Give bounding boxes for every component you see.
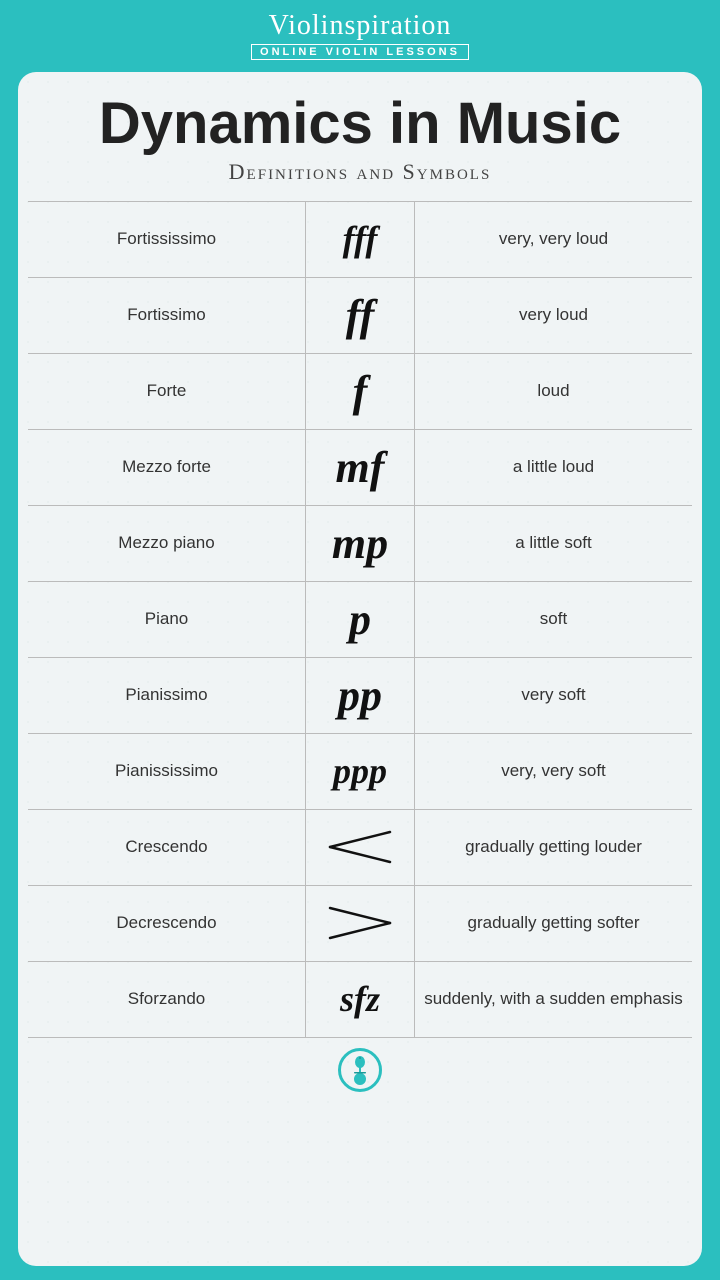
term-name: Pianississimo: [28, 751, 305, 791]
term-name: Fortissimo: [28, 295, 305, 335]
term-symbol: ppp: [305, 734, 415, 809]
term-name: Fortississimo: [28, 219, 305, 259]
table-row: Pianopsoft: [28, 582, 692, 658]
table-row: Crescendo gradually getting louder: [28, 810, 692, 886]
term-definition: very soft: [415, 675, 692, 715]
term-symbol: mf: [305, 430, 415, 505]
dynamics-table: Fortississimofffvery, very loudFortissim…: [28, 201, 692, 1038]
table-row: Pianissimoppvery soft: [28, 658, 692, 734]
term-symbol: ff: [305, 278, 415, 353]
term-symbol: f: [305, 354, 415, 429]
term-name: Forte: [28, 371, 305, 411]
term-definition: a little loud: [415, 447, 692, 487]
term-symbol: p: [305, 582, 415, 657]
term-definition: very, very loud: [415, 219, 692, 259]
term-definition: suddenly, with a sudden emphasis: [415, 979, 692, 1019]
term-name: Sforzando: [28, 979, 305, 1019]
term-symbol: mp: [305, 506, 415, 581]
term-definition: gradually getting softer: [415, 903, 692, 943]
term-name: Crescendo: [28, 827, 305, 867]
brand-title: Violinspiration: [0, 10, 720, 42]
term-symbol: [305, 886, 415, 961]
term-name: Mezzo forte: [28, 447, 305, 487]
term-definition: very loud: [415, 295, 692, 335]
table-row: Fortississimofffvery, very loud: [28, 202, 692, 278]
table-row: Mezzo fortemfa little loud: [28, 430, 692, 506]
violin-icon: [338, 1048, 382, 1092]
term-name: Pianissimo: [28, 675, 305, 715]
table-row: Fortefloud: [28, 354, 692, 430]
term-definition: loud: [415, 371, 692, 411]
term-symbol: pp: [305, 658, 415, 733]
brand-subtitle: Online Violin Lessons: [251, 44, 469, 60]
table-row: Fortissimoffvery loud: [28, 278, 692, 354]
table-row: Mezzo pianompa little soft: [28, 506, 692, 582]
table-row: Sforzandosfzsuddenly, with a sudden emph…: [28, 962, 692, 1038]
term-definition: very, very soft: [415, 751, 692, 791]
main-card: Dynamics in Music Definitions and Symbol…: [18, 72, 702, 1266]
term-definition: gradually getting louder: [415, 827, 692, 867]
term-name: Piano: [28, 599, 305, 639]
term-name: Mezzo piano: [28, 523, 305, 563]
page-title: Dynamics in Music: [99, 94, 621, 155]
term-symbol: fff: [305, 202, 415, 277]
header: Violinspiration Online Violin Lessons: [0, 0, 720, 72]
term-symbol: sfz: [305, 962, 415, 1037]
table-row: Pianississimopppvery, very soft: [28, 734, 692, 810]
term-symbol: [305, 810, 415, 885]
term-name: Decrescendo: [28, 903, 305, 943]
table-row: Decrescendo gradually getting softer: [28, 886, 692, 962]
term-definition: soft: [415, 599, 692, 639]
page-subtitle: Definitions and Symbols: [229, 159, 492, 185]
term-definition: a little soft: [415, 523, 692, 563]
